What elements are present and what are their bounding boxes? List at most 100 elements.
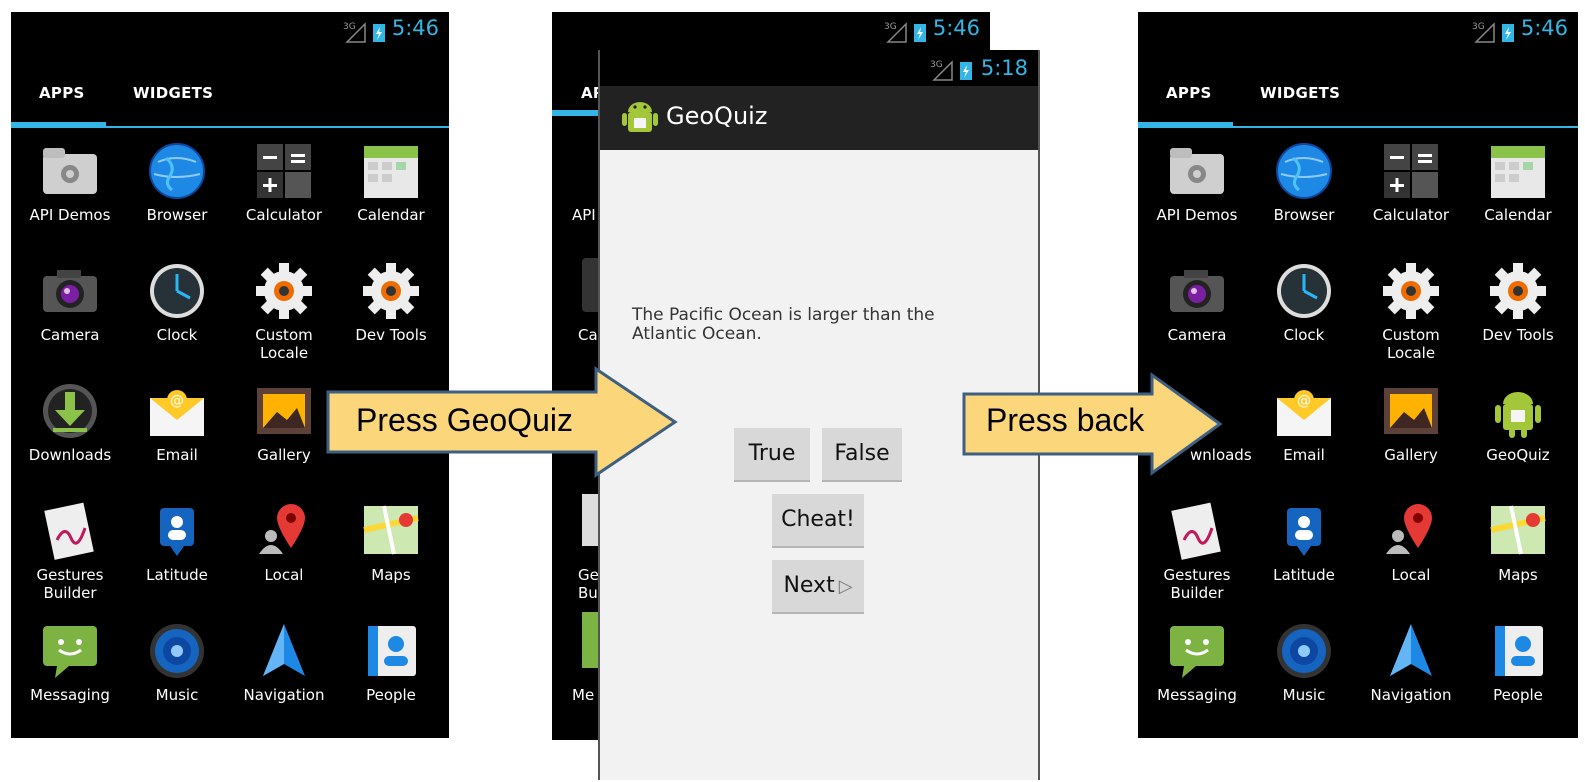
tab-indicator [11,122,106,128]
next-label: Next [783,573,835,598]
app-label: Clock [1283,326,1325,344]
app-label: Latitude [146,566,208,584]
app-clock[interactable]: Clock [122,254,232,366]
app-maps[interactable]: Maps [336,494,446,606]
app-label: Calculator [245,206,323,224]
app-people[interactable]: People [1463,614,1573,726]
folder-gear-icon [1170,148,1224,194]
app-local[interactable]: Local [229,494,339,606]
app-label: Gestures Builder [36,566,104,602]
status-time: 5:46 [1520,16,1568,40]
app-gestures-builder[interactable]: Gestures Builder [1142,494,1252,606]
app-label: Calculator [1372,206,1450,224]
app-maps[interactable]: Maps [1463,494,1573,606]
signal-battery-icon: 3G [884,22,926,43]
svg-text:3G: 3G [1472,22,1485,32]
contacts-icon [368,626,416,676]
app-email[interactable]: @ Email [1249,374,1359,486]
app-custom-locale[interactable]: Custom Locale [229,254,339,366]
next-button[interactable]: Next ▷ [772,560,864,614]
gear-icon [363,263,419,319]
app-label: Camera [40,326,100,344]
tab-apps[interactable]: APPS [39,84,85,102]
app-people[interactable]: People [336,614,446,726]
app-label: Clock [156,326,198,344]
gear-icon [1490,263,1546,319]
cheat-button[interactable]: Cheat! [772,494,864,548]
app-gestures-builder[interactable]: Gestures Builder [15,494,125,606]
tab-widgets[interactable]: WIDGETS [133,84,213,102]
gestures-icon [44,502,94,560]
navigation-icon [1390,624,1432,676]
app-label: Music [1282,686,1326,704]
action-bar: GeoQuiz [600,86,1038,150]
tab-widgets[interactable]: WIDGETS [1260,84,1340,102]
app-calculator[interactable]: Calculator [1356,134,1466,246]
app-calendar[interactable]: Calendar [336,134,446,246]
app-api-demos[interactable]: API Demos [1142,134,1252,246]
app-dev-tools[interactable]: Dev Tools [1463,254,1573,366]
app-label: Dev Tools [1482,326,1554,344]
app-label: Email [156,446,198,464]
app-camera[interactable]: Camera [1142,254,1252,366]
calendar-icon [1491,146,1545,198]
email-icon: @ [1277,390,1331,436]
true-button[interactable]: True [734,428,810,482]
navigation-icon [263,624,305,676]
app-calculator[interactable]: Calculator [229,134,339,246]
tab-apps[interactable]: APPS [1166,84,1212,102]
false-button[interactable]: False [822,428,902,482]
gear-icon [1383,263,1439,319]
android-icon [1495,392,1541,438]
contacts-icon [1495,626,1543,676]
app-messaging[interactable]: Messaging [15,614,125,726]
app-api-demos[interactable]: API Demos [15,134,125,246]
speaker-icon [150,624,204,678]
svg-text:@: @ [170,393,184,409]
app-label: Local [264,566,304,584]
maps-icon [1490,505,1546,555]
app-music[interactable]: Music [1249,614,1359,726]
chevron-right-icon: ▷ [838,576,853,597]
app-latitude[interactable]: Latitude [122,494,232,606]
android-icon [622,102,658,132]
app-label: Messaging [1157,686,1237,704]
app-email[interactable]: @ Email [122,374,232,486]
app-music[interactable]: Music [122,614,232,726]
svg-text:3G: 3G [930,60,943,70]
app-label: Camera [1167,326,1227,344]
app-label: Browser [146,206,208,224]
status-bar: 3G 5:46 [11,12,449,48]
app-geoquiz[interactable]: GeoQuiz [1463,374,1573,486]
calculator-icon [1384,144,1438,198]
app-local[interactable]: Local [1356,494,1466,606]
label-fragment: Me [572,686,595,704]
app-downloads[interactable]: Downloads [15,374,125,486]
messaging-icon [43,626,97,678]
app-label: Downloads [28,446,112,464]
app-latitude[interactable]: Latitude [1249,494,1359,606]
app-calendar[interactable]: Calendar [1463,134,1573,246]
globe-icon [1276,143,1332,199]
app-camera[interactable]: Camera [15,254,125,366]
app-label: Browser [1273,206,1335,224]
app-browser[interactable]: Browser [122,134,232,246]
app-label: Custom Locale [255,326,313,362]
app-browser[interactable]: Browser [1249,134,1359,246]
app-gallery[interactable]: Gallery [1356,374,1466,486]
app-label: Gallery [1384,446,1438,464]
app-clock[interactable]: Clock [1249,254,1359,366]
latitude-icon [160,508,194,556]
app-navigation[interactable]: Navigation [229,614,339,726]
app-label: API Demos [1156,206,1238,224]
gallery-icon [257,388,311,434]
gestures-icon [1171,502,1221,560]
app-messaging[interactable]: Messaging [1142,614,1252,726]
map-pin-icon [259,504,305,554]
app-navigation[interactable]: Navigation [1356,614,1466,726]
app-custom-locale[interactable]: Custom Locale [1356,254,1466,366]
app-label: Navigation [1370,686,1452,704]
app-gallery[interactable]: Gallery [229,374,339,486]
app-label: Email [1283,446,1325,464]
app-dev-tools[interactable]: Dev Tools [336,254,446,366]
